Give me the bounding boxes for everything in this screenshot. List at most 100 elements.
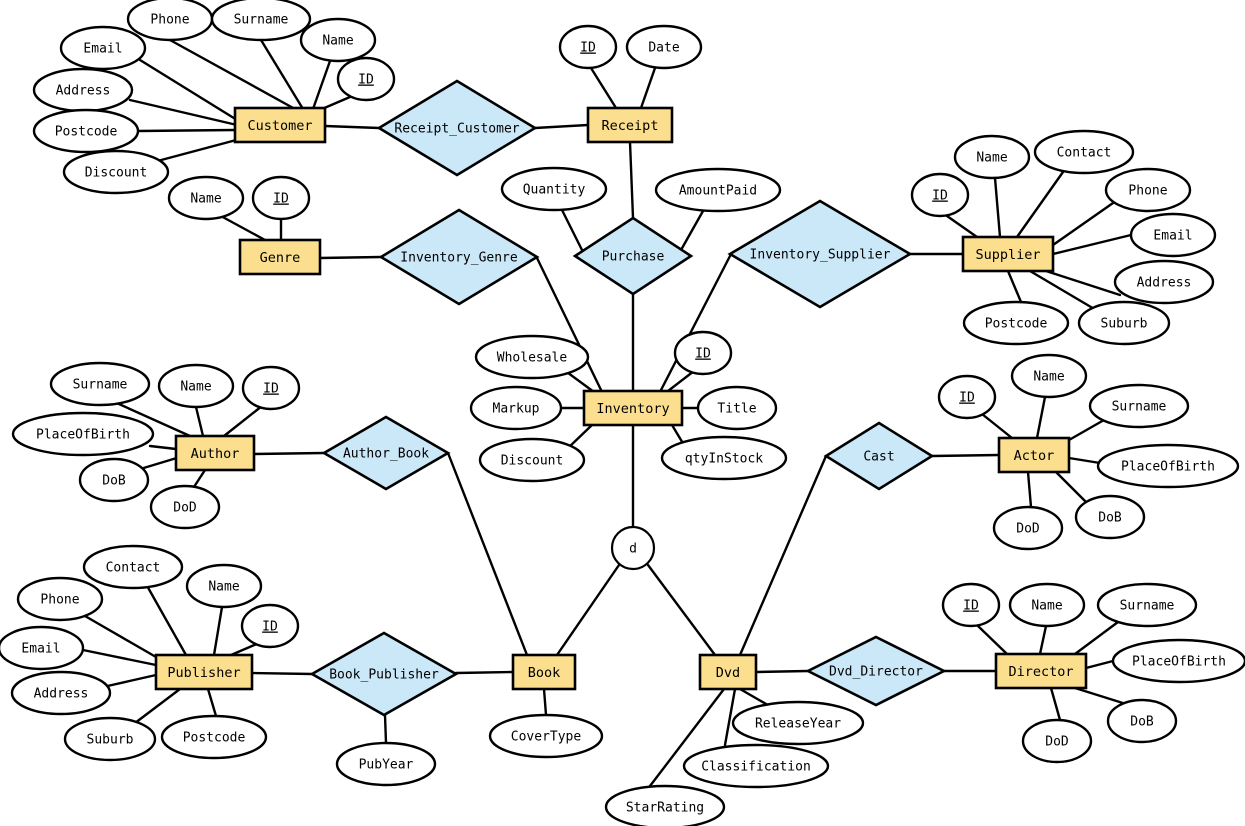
entity-customer[interactable]: Customer bbox=[233, 106, 327, 144]
attribute-actor-dob[interactable]: DoB bbox=[1074, 494, 1146, 540]
attribute-dvd-classification[interactable]: Classification bbox=[682, 743, 830, 789]
attribute-genre-name[interactable]: Name bbox=[167, 175, 245, 221]
specialization-disjoint-inventory[interactable]: d bbox=[610, 525, 656, 571]
entity-actor[interactable]: Actor bbox=[997, 436, 1071, 474]
relationship-receipt_customer[interactable]: Receipt_Customer bbox=[376, 79, 538, 177]
relationship-cast[interactable]: Cast bbox=[823, 421, 935, 491]
relationship-author_book[interactable]: Author_Book bbox=[321, 415, 451, 491]
specializations-layer: d bbox=[610, 525, 656, 571]
attribute-director-surname[interactable]: Surname bbox=[1096, 582, 1198, 628]
attribute-author-name[interactable]: Name bbox=[157, 363, 235, 409]
attribute-purchase-amount[interactable]: AmountPaid bbox=[654, 167, 782, 213]
attribute-customer-postcode[interactable]: Postcode bbox=[32, 108, 140, 154]
attribute-dvd-starrating[interactable]: StarRating bbox=[604, 784, 726, 826]
attribute-supplier-email[interactable]: Email bbox=[1129, 212, 1217, 258]
relationship-inventory_supplier[interactable]: Inventory_Supplier bbox=[727, 199, 913, 309]
entity-publisher[interactable]: Publisher bbox=[154, 653, 254, 691]
attribute-supplier-contact[interactable]: Contact bbox=[1033, 129, 1135, 175]
attribute-publisher-postcode[interactable]: Postcode bbox=[160, 714, 268, 760]
attribute-author-surname[interactable]: Surname bbox=[49, 361, 151, 407]
attribute-purchase-quantity[interactable]: Quantity bbox=[500, 166, 608, 212]
attribute-book-covertype[interactable]: CoverType bbox=[488, 713, 604, 759]
attribute-director-id[interactable]: ID bbox=[941, 582, 1001, 628]
attribute-inventory-discount[interactable]: Discount bbox=[478, 437, 586, 483]
attribute-label: Name bbox=[180, 380, 211, 395]
attribute-label: DoB bbox=[102, 474, 126, 489]
entity-genre[interactable]: Genre bbox=[238, 238, 322, 276]
attribute-supplier-id[interactable]: ID bbox=[910, 172, 970, 218]
attribute-actor-pob[interactable]: PlaceOfBirth bbox=[1096, 443, 1240, 489]
attribute-author-dob[interactable]: DoB bbox=[78, 457, 150, 503]
attribute-label: Discount bbox=[85, 166, 148, 181]
attribute-inventory-id[interactable]: ID bbox=[673, 330, 733, 376]
entity-receipt[interactable]: Receipt bbox=[586, 106, 674, 144]
attribute-actor-surname[interactable]: Surname bbox=[1088, 383, 1190, 429]
relationship-inventory_genre[interactable]: Inventory_Genre bbox=[378, 208, 540, 306]
attribute-label: Phone bbox=[40, 593, 79, 608]
entity-supplier[interactable]: Supplier bbox=[961, 235, 1055, 273]
attribute-genre-id[interactable]: ID bbox=[251, 175, 311, 221]
attribute-publisher-email[interactable]: Email bbox=[0, 625, 85, 671]
er-edge bbox=[383, 713, 388, 745]
attribute-inventory-qty[interactable]: qtyInStock bbox=[660, 435, 788, 481]
er-edge bbox=[754, 669, 810, 674]
entity-inventory[interactable]: Inventory bbox=[582, 389, 684, 427]
entity-director[interactable]: Director bbox=[994, 652, 1088, 690]
attribute-customer-email[interactable]: Email bbox=[59, 25, 147, 71]
attribute-author-pob[interactable]: PlaceOfBirth bbox=[11, 411, 155, 457]
attribute-receipt-date[interactable]: Date bbox=[625, 24, 703, 70]
er-edge bbox=[136, 128, 237, 133]
attribute-supplier-suburb[interactable]: Suburb bbox=[1077, 300, 1171, 346]
attribute-inventory-wholesale[interactable]: Wholesale bbox=[474, 334, 590, 380]
attribute-director-pob[interactable]: PlaceOfBirth bbox=[1111, 638, 1245, 684]
attribute-publisher-name[interactable]: Name bbox=[185, 563, 263, 609]
entity-author[interactable]: Author bbox=[174, 434, 256, 472]
attribute-publisher-contact[interactable]: Contact bbox=[82, 544, 184, 590]
relationship-dvd_director[interactable]: Dvd_Director bbox=[805, 635, 947, 707]
er-edge bbox=[144, 582, 188, 657]
attribute-director-name[interactable]: Name bbox=[1008, 582, 1086, 628]
attribute-actor-dod[interactable]: DoD bbox=[992, 505, 1064, 551]
attribute-supplier-postcode[interactable]: Postcode bbox=[962, 300, 1070, 346]
entity-dvd[interactable]: Dvd bbox=[698, 653, 758, 691]
attribute-customer-name[interactable]: Name bbox=[299, 17, 377, 63]
relationship-purchase[interactable]: Purchase bbox=[572, 216, 694, 296]
attribute-supplier-address[interactable]: Address bbox=[1113, 259, 1215, 305]
attribute-actor-id[interactable]: ID bbox=[937, 374, 997, 420]
entity-book[interactable]: Book bbox=[511, 653, 577, 691]
attribute-author-dod[interactable]: DoD bbox=[149, 484, 221, 530]
attribute-label: Surname bbox=[1120, 599, 1175, 614]
attribute-author-id[interactable]: ID bbox=[241, 365, 301, 411]
er-edge bbox=[1054, 470, 1087, 503]
attribute-customer-phone[interactable]: Phone bbox=[126, 0, 214, 42]
attribute-customer-discount[interactable]: Discount bbox=[62, 149, 170, 195]
attribute-receipt-id[interactable]: ID bbox=[558, 24, 618, 70]
attribute-director-dob[interactable]: DoB bbox=[1106, 698, 1178, 744]
attribute-actor-name[interactable]: Name bbox=[1010, 353, 1088, 399]
attribute-inventory-title[interactable]: Title bbox=[696, 385, 778, 431]
attribute-bookpub-pubyear[interactable]: PubYear bbox=[335, 741, 437, 787]
attribute-label: Wholesale bbox=[497, 351, 568, 366]
attribute-supplier-phone[interactable]: Phone bbox=[1104, 167, 1192, 213]
entity-label: Receipt bbox=[602, 118, 659, 134]
relationship-book_publisher[interactable]: Book_Publisher bbox=[309, 631, 459, 717]
attribute-supplier-name[interactable]: Name bbox=[953, 134, 1031, 180]
attribute-publisher-phone[interactable]: Phone bbox=[16, 576, 104, 622]
attribute-customer-id[interactable]: ID bbox=[336, 56, 396, 102]
attribute-dvd-releaseyear[interactable]: ReleaseYear bbox=[731, 700, 865, 746]
er-edge bbox=[128, 98, 239, 127]
attribute-publisher-suburb[interactable]: Suburb bbox=[63, 716, 157, 762]
attribute-publisher-id[interactable]: ID bbox=[240, 603, 300, 649]
er-edge bbox=[945, 214, 979, 239]
attribute-publisher-address[interactable]: Address bbox=[10, 670, 112, 716]
attribute-label: Postcode bbox=[183, 731, 246, 746]
attribute-inventory-markup[interactable]: Markup bbox=[469, 385, 563, 431]
attribute-label: PlaceOfBirth bbox=[1132, 655, 1226, 670]
er-edge bbox=[194, 405, 205, 438]
attribute-customer-surname[interactable]: Surname bbox=[210, 0, 312, 42]
attribute-director-dod[interactable]: DoD bbox=[1021, 718, 1093, 764]
er-edge bbox=[533, 123, 590, 130]
er-edge bbox=[212, 605, 224, 657]
attribute-label: Name bbox=[190, 192, 221, 207]
attribute-customer-address[interactable]: Address bbox=[32, 67, 134, 113]
